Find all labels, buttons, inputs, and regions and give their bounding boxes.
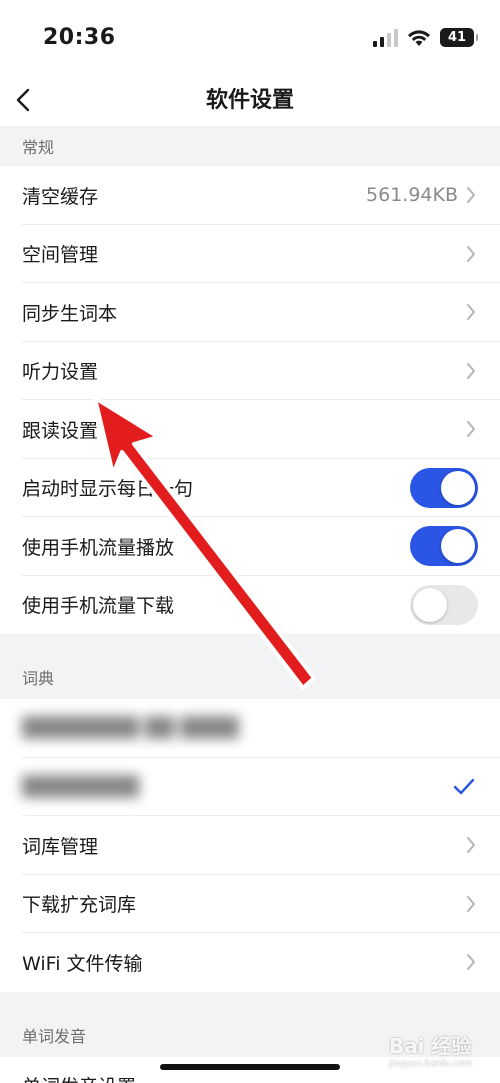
watermark-text: Bai 经验 [388, 1034, 472, 1058]
blurred-dictionary-name: ████████ [22, 775, 139, 798]
blurred-dictionary-name: ████████ ██ ████ [22, 717, 239, 740]
mobile-play-row: 使用手机流量播放 [0, 517, 500, 576]
listening-settings-row[interactable]: 听力设置 [0, 341, 500, 400]
status-icons: 41 [373, 28, 478, 47]
nav-bar: 软件设置 [0, 78, 500, 126]
battery-icon: 41 [440, 28, 478, 47]
row-label: WiFi 文件传输 [22, 952, 143, 975]
chevron-right-icon [466, 244, 478, 264]
dictionary-item-row[interactable]: ████████ ██ ████ [0, 699, 500, 758]
row-label: 清空缓存 [22, 185, 99, 208]
watermark-sub: jingyan.baidu.com [388, 1059, 472, 1069]
chevron-right-icon [466, 894, 478, 914]
status-bar: 20:36 41 [0, 0, 500, 78]
follow-read-settings-row[interactable]: 跟读设置 [0, 400, 500, 459]
row-label: 空间管理 [22, 244, 99, 267]
row-label: 使用手机流量下载 [22, 595, 175, 618]
chevron-right-icon [466, 185, 478, 205]
dictionary-item-row[interactable]: ████████ [0, 757, 500, 816]
status-time: 20:36 [43, 25, 116, 50]
home-indicator [160, 1064, 340, 1070]
mobile-download-toggle[interactable] [410, 584, 478, 625]
row-label: 听力设置 [22, 361, 99, 384]
chevron-right-icon [466, 952, 478, 972]
row-label: 单词发音设置 [22, 1072, 478, 1083]
row-label: 启动时显示每日一句 [22, 478, 194, 501]
row-label: 跟读设置 [22, 419, 99, 442]
toggle-knob [413, 587, 447, 622]
download-extension-row[interactable]: 下载扩充词库 [0, 874, 500, 933]
sync-vocab-row[interactable]: 同步生词本 [0, 283, 500, 342]
mobile-play-toggle[interactable] [410, 526, 478, 567]
space-manage-row[interactable]: 空间管理 [0, 224, 500, 283]
watermark: Bai 经验 jingyan.baidu.com [389, 1030, 472, 1069]
section-header-general: 常规 [0, 126, 500, 166]
chevron-right-icon [466, 361, 478, 381]
toggle-knob [441, 470, 475, 505]
wifi-transfer-row[interactable]: WiFi 文件传输 [0, 933, 500, 992]
chevron-right-icon [466, 302, 478, 322]
daily-sentence-row: 启动时显示每日一句 [0, 458, 500, 517]
chevron-right-icon [466, 419, 478, 439]
signal-icon [373, 28, 398, 47]
chevron-right-icon [466, 835, 478, 855]
row-label: 下载扩充词库 [22, 894, 137, 917]
toggle-knob [441, 529, 475, 564]
lexicon-manage-row[interactable]: 词库管理 [0, 816, 500, 875]
daily-sentence-toggle[interactable] [410, 467, 478, 508]
row-label: 同步生词本 [22, 302, 118, 325]
checkmark-icon [453, 778, 475, 794]
row-label: 使用手机流量播放 [22, 536, 175, 559]
page-title: 软件设置 [205, 88, 294, 113]
row-label: 词库管理 [22, 835, 99, 858]
wifi-icon [408, 29, 430, 46]
section-header-dictionary: 词典 [0, 634, 500, 699]
mobile-download-row: 使用手机流量下载 [0, 575, 500, 634]
cache-size-value: 561.94KB [366, 184, 458, 207]
clear-cache-row[interactable]: 清空缓存 561.94KB [0, 166, 500, 225]
